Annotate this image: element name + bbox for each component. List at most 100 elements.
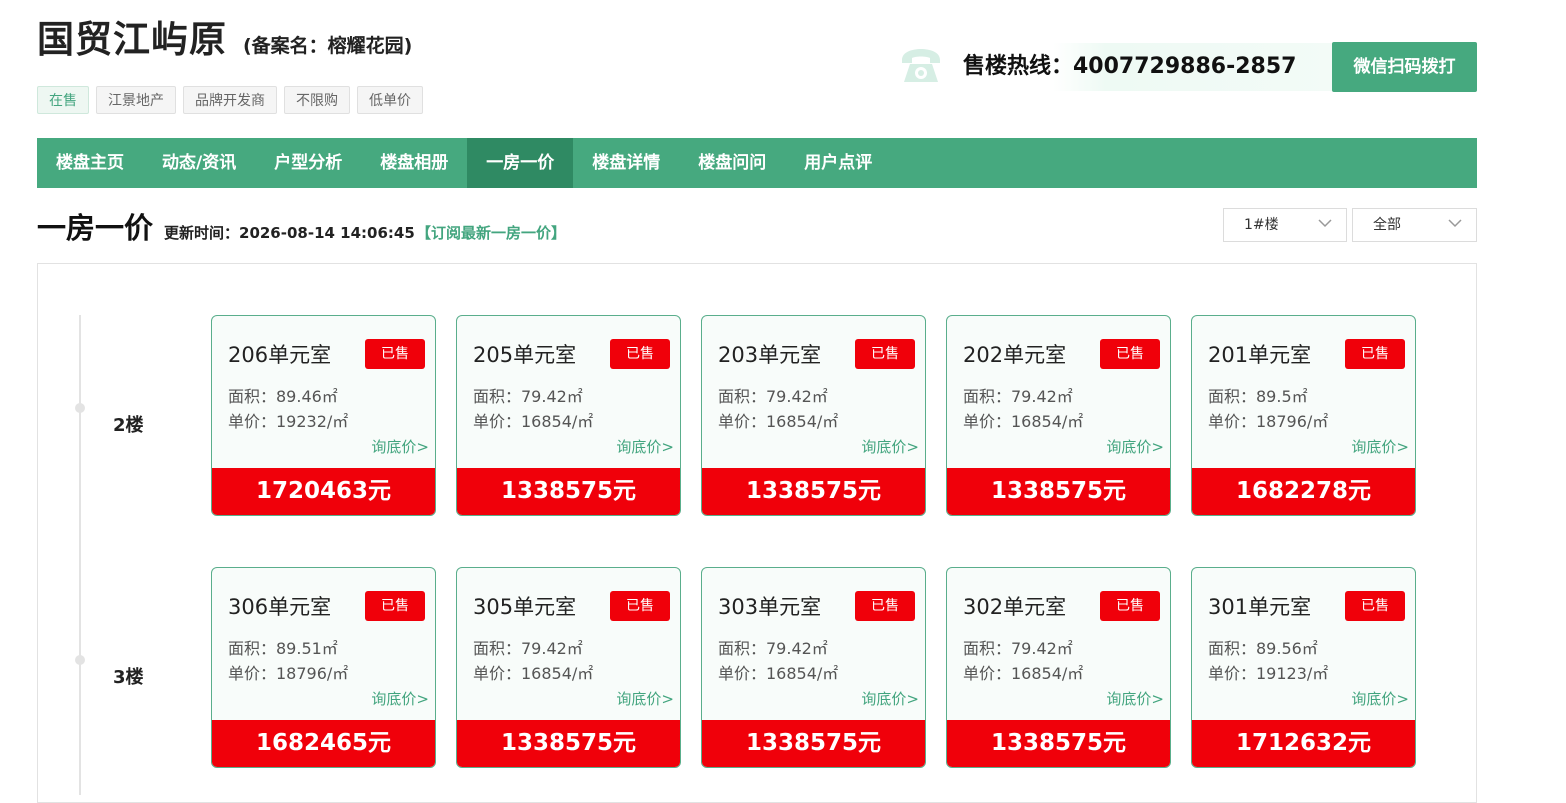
chevron-down-icon [1448, 219, 1462, 228]
tag-low-unit-price: 低单价 [357, 86, 423, 114]
unit-price: 单价：16854/㎡ [473, 664, 594, 683]
ask-lowest-price-link[interactable]: 询底价> [616, 436, 674, 458]
unit-area: 面积：89.51㎡ [228, 639, 338, 658]
unit-price: 单价：16854/㎡ [963, 412, 1084, 431]
unit-card[interactable]: 206单元室 已售 面积：89.46㎡ 单价：19232/㎡ 询底价> 1720… [211, 315, 436, 516]
unit-room: 205单元室 [473, 343, 577, 367]
sold-badge: 已售 [1100, 591, 1160, 621]
unit-price: 单价：16854/㎡ [963, 664, 1084, 683]
timeline-dot [75, 655, 85, 665]
nav-home[interactable]: 楼盘主页 [37, 138, 143, 188]
project-tags: 在售 江景地产 品牌开发商 不限购 低单价 [37, 86, 423, 114]
nav-details[interactable]: 楼盘详情 [573, 138, 679, 188]
ask-lowest-price-link[interactable]: 询底价> [371, 688, 429, 710]
project-header: 国贸江屿原 (备案名：榕耀花园) 在售 江景地产 品牌开发商 不限购 低单价 售… [37, 18, 1477, 118]
floor-timeline [79, 315, 81, 795]
ask-lowest-price-link[interactable]: 询底价> [1351, 436, 1409, 458]
unit-area: 面积：79.42㎡ [718, 387, 828, 406]
unit-room: 203单元室 [718, 343, 822, 367]
unit-room: 306单元室 [228, 595, 332, 619]
sold-badge: 已售 [365, 339, 425, 369]
unit-room: 201单元室 [1208, 343, 1312, 367]
phone-icon [902, 49, 940, 82]
subscribe-link[interactable]: 【订阅最新一房一价】 [416, 222, 566, 244]
unit-area: 面积：89.46㎡ [228, 387, 338, 406]
tag-riverview: 江景地产 [96, 86, 176, 114]
ask-lowest-price-link[interactable]: 询底价> [861, 436, 919, 458]
project-registered-name: (备案名：榕耀花园) [243, 35, 413, 57]
tag-on-sale: 在售 [37, 86, 89, 114]
nav-price-list[interactable]: 一房一价 [467, 138, 574, 188]
unit-total-price: 1338575元 [702, 468, 925, 515]
unit-card[interactable]: 306单元室 已售 面积：89.51㎡ 单价：18796/㎡ 询底价> 1682… [211, 567, 436, 768]
nav-qa[interactable]: 楼盘问问 [679, 138, 785, 188]
unit-total-price: 1682278元 [1192, 468, 1415, 515]
floor-label-2: 2楼 [113, 415, 144, 436]
unit-price: 单价：16854/㎡ [718, 412, 839, 431]
ask-lowest-price-link[interactable]: 询底价> [1106, 688, 1164, 710]
tag-no-purchase-limit: 不限购 [284, 86, 350, 114]
nav-floorplans[interactable]: 户型分析 [255, 138, 361, 188]
unit-room: 206单元室 [228, 343, 332, 367]
unit-room: 302单元室 [963, 595, 1067, 619]
sold-badge: 已售 [1100, 339, 1160, 369]
unit-total-price: 1338575元 [947, 720, 1170, 767]
nav-news[interactable]: 动态/资讯 [143, 138, 255, 188]
chevron-down-icon [1318, 219, 1332, 228]
sold-badge: 已售 [1345, 339, 1405, 369]
unit-total-price: 1338575元 [947, 468, 1170, 515]
unit-price: 单价：18796/㎡ [228, 664, 349, 683]
unit-room: 305单元室 [473, 595, 577, 619]
nav-album[interactable]: 楼盘相册 [361, 138, 467, 188]
sold-badge: 已售 [610, 591, 670, 621]
unit-card[interactable]: 205单元室 已售 面积：79.42㎡ 单价：16854/㎡ 询底价> 1338… [456, 315, 681, 516]
sold-badge: 已售 [855, 339, 915, 369]
building-select[interactable]: 1#楼 [1223, 208, 1347, 242]
unit-card[interactable]: 303单元室 已售 面积：79.42㎡ 单价：16854/㎡ 询底价> 1338… [701, 567, 926, 768]
unit-total-price: 1338575元 [457, 468, 680, 515]
nav-reviews[interactable]: 用户点评 [785, 138, 891, 188]
sales-hotline: 售楼热线：4007729886-2857 [955, 43, 1333, 91]
ask-lowest-price-link[interactable]: 询底价> [616, 688, 674, 710]
unit-price: 单价：16854/㎡ [473, 412, 594, 431]
ask-lowest-price-link[interactable]: 询底价> [1106, 436, 1164, 458]
section-title: 一房一价 [37, 211, 154, 245]
tag-brand-developer: 品牌开发商 [183, 86, 277, 114]
ask-lowest-price-link[interactable]: 询底价> [861, 688, 919, 710]
unit-room: 301单元室 [1208, 595, 1312, 619]
unit-room: 202单元室 [963, 343, 1067, 367]
project-title: 国贸江屿原 [37, 18, 227, 61]
unit-card[interactable]: 301单元室 已售 面积：89.56㎡ 单价：19123/㎡ 询底价> 1712… [1191, 567, 1416, 768]
unit-total-price: 1338575元 [457, 720, 680, 767]
project-nav: 楼盘主页 动态/资讯 户型分析 楼盘相册 一房一价 楼盘详情 楼盘问问 用户点评 [37, 138, 1477, 188]
update-time: 更新时间：2026-08-14 14:06:45 [164, 224, 415, 242]
unit-card[interactable]: 203单元室 已售 面积：79.42㎡ 单价：16854/㎡ 询底价> 1338… [701, 315, 926, 516]
unit-price: 单价：19232/㎡ [228, 412, 349, 431]
sold-badge: 已售 [610, 339, 670, 369]
unit-card[interactable]: 201单元室 已售 面积：89.5㎡ 单价：18796/㎡ 询底价> 16822… [1191, 315, 1416, 516]
sold-badge: 已售 [365, 591, 425, 621]
building-select-value: 1#楼 [1244, 217, 1279, 233]
unit-area: 面积：79.42㎡ [963, 639, 1073, 658]
unit-room: 303单元室 [718, 595, 822, 619]
status-select-value: 全部 [1373, 217, 1401, 233]
unit-card[interactable]: 202单元室 已售 面积：79.42㎡ 单价：16854/㎡ 询底价> 1338… [946, 315, 1171, 516]
sold-badge: 已售 [1345, 591, 1405, 621]
wechat-scan-call-button[interactable]: 微信扫码拨打 [1332, 42, 1477, 92]
sold-badge: 已售 [855, 591, 915, 621]
ask-lowest-price-link[interactable]: 询底价> [371, 436, 429, 458]
ask-lowest-price-link[interactable]: 询底价> [1351, 688, 1409, 710]
unit-price: 单价：18796/㎡ [1208, 412, 1329, 431]
unit-total-price: 1338575元 [702, 720, 925, 767]
unit-price: 单价：19123/㎡ [1208, 664, 1329, 683]
unit-area: 面积：89.56㎡ [1208, 639, 1318, 658]
unit-total-price: 1712632元 [1192, 720, 1415, 767]
timeline-dot [75, 403, 85, 413]
unit-area: 面积：79.42㎡ [473, 639, 583, 658]
unit-price: 单价：16854/㎡ [718, 664, 839, 683]
unit-card[interactable]: 302单元室 已售 面积：79.42㎡ 单价：16854/㎡ 询底价> 1338… [946, 567, 1171, 768]
unit-card[interactable]: 305单元室 已售 面积：79.42㎡ 单价：16854/㎡ 询底价> 1338… [456, 567, 681, 768]
floor-label-3: 3楼 [113, 667, 144, 688]
unit-area: 面积：79.42㎡ [718, 639, 828, 658]
status-select[interactable]: 全部 [1352, 208, 1477, 242]
